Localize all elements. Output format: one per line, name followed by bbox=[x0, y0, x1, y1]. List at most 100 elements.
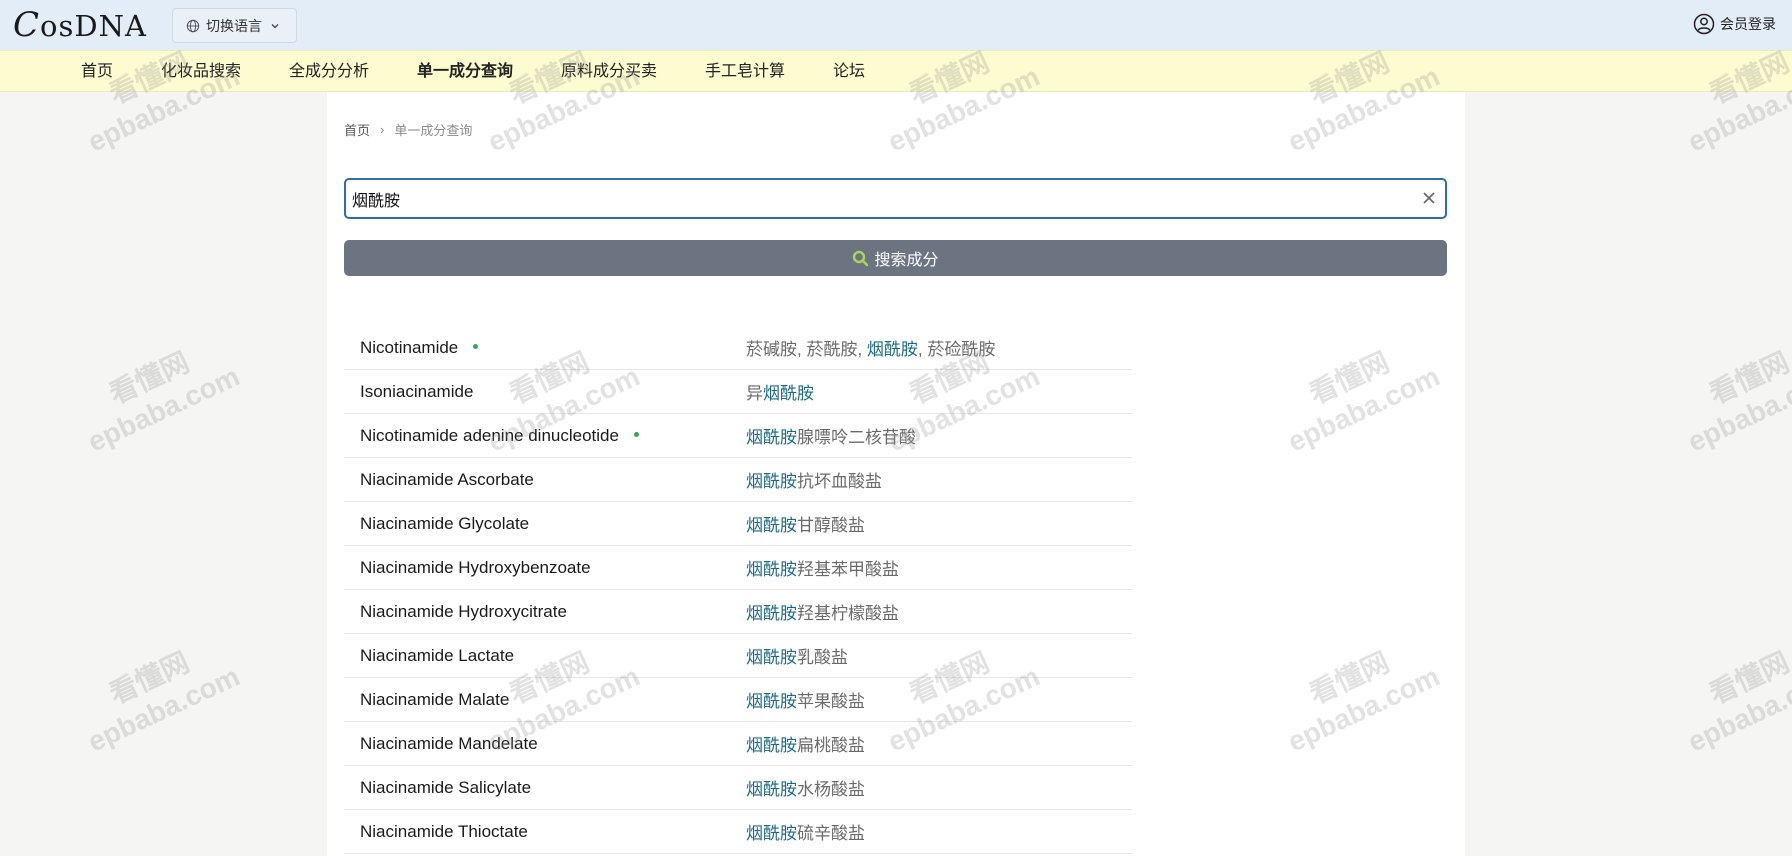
ingredient-chinese-name: 烟酰胺苹果酸盐 bbox=[746, 687, 865, 712]
ingredient-english-name-text: Niacinamide Lactate bbox=[360, 645, 515, 665]
breadcrumb-home[interactable]: 首页 bbox=[344, 120, 370, 139]
status-dot bbox=[473, 343, 479, 349]
ingredient-chinese-name: 烟酰胺抗坏血酸盐 bbox=[746, 467, 882, 492]
result-row[interactable]: Niacinamide Hydroxybenzoate 烟酰胺羟基苯甲酸盐 bbox=[344, 546, 1132, 590]
search-highlight: 烟酰胺 bbox=[746, 428, 797, 447]
search-highlight: 烟酰胺 bbox=[746, 472, 797, 491]
ingredient-english-name-text: Niacinamide Malate bbox=[360, 689, 510, 709]
watermark-line2: epbaba.com bbox=[1683, 660, 1792, 758]
search-highlight: 烟酰胺 bbox=[763, 384, 814, 403]
result-row[interactable]: Niacinamide Thioctate 烟酰胺硫辛酸盐 bbox=[344, 810, 1132, 854]
result-row[interactable]: Niacinamide Lactate 烟酰胺乳酸盐 bbox=[344, 634, 1132, 678]
chevron-down-icon bbox=[271, 23, 279, 28]
results-list: Nicotinamide 菸碱胺, 菸酰胺, 烟酰胺, 菸硷酰胺 Isoniacin… bbox=[344, 326, 1132, 854]
nav-item-home[interactable]: 首页 bbox=[81, 51, 113, 92]
nav-item-cosmetic-search[interactable]: 化妆品搜索 bbox=[161, 51, 241, 92]
ingredient-english-name[interactable]: Niacinamide Lactate bbox=[360, 646, 514, 666]
watermark: 看懂网 epbaba.com bbox=[68, 629, 245, 760]
ingredient-english-name[interactable]: Nicotinamide bbox=[360, 337, 479, 358]
name-segment: 羟基柠檬酸盐 bbox=[797, 604, 899, 623]
name-segment: 异 bbox=[746, 384, 763, 403]
search-highlight: 烟酰胺 bbox=[746, 780, 797, 799]
name-segment: , 菸硷酰胺 bbox=[917, 340, 996, 359]
name-segment: 扁桃酸盐 bbox=[797, 736, 865, 755]
name-segment: 乳酸盐 bbox=[797, 648, 848, 667]
result-row[interactable]: Niacinamide Malate 烟酰胺苹果酸盐 bbox=[344, 678, 1132, 722]
result-row[interactable]: Niacinamide Salicylate 烟酰胺水杨酸盐 bbox=[344, 766, 1132, 810]
result-row[interactable]: Nicotinamide adenine dinucleotide 烟酰胺腺嘌呤二… bbox=[344, 414, 1132, 458]
top-bar: CosDNA 切换语言 会员登录 bbox=[0, 0, 1792, 50]
ingredient-english-name[interactable]: Isoniacinamide bbox=[360, 382, 473, 402]
main-nav: 首页 化妆品搜索 全成分分析 单一成分查询 原料成分买卖 手工皂计算 论坛 bbox=[0, 50, 1792, 92]
language-switch-label: 切换语言 bbox=[206, 17, 262, 34]
login-button[interactable]: 会员登录 bbox=[1693, 13, 1776, 35]
breadcrumb: 首页 › 单一成分查询 bbox=[344, 120, 472, 139]
watermark-line1: 看懂网 bbox=[1704, 646, 1792, 710]
ingredient-english-name-text: Nicotinamide bbox=[360, 337, 459, 357]
ingredient-english-name-text: Nicotinamide adenine dinucleotide bbox=[360, 425, 619, 445]
name-segment: 苹果酸盐 bbox=[797, 692, 865, 711]
ingredient-english-name-text: Niacinamide Glycolate bbox=[360, 513, 530, 533]
result-row[interactable]: Nicotinamide 菸碱胺, 菸酰胺, 烟酰胺, 菸硷酰胺 bbox=[344, 326, 1132, 370]
name-segment: 水杨酸盐 bbox=[797, 780, 865, 799]
ingredient-english-name[interactable]: Niacinamide Ascorbate bbox=[360, 470, 534, 490]
ingredient-chinese-name: 烟酰胺腺嘌呤二核苷酸 bbox=[746, 423, 916, 448]
search-highlight: 烟酰胺 bbox=[746, 560, 797, 579]
name-segment: 抗坏血酸盐 bbox=[797, 472, 882, 491]
search-highlight: 烟酰胺 bbox=[746, 604, 797, 623]
ingredient-english-name[interactable]: Nicotinamide adenine dinucleotide bbox=[360, 426, 639, 446]
language-switch-button[interactable]: 切换语言 bbox=[172, 8, 297, 43]
nav-item-full-analysis[interactable]: 全成分分析 bbox=[289, 51, 369, 92]
name-segment: 硫辛酸盐 bbox=[797, 824, 865, 843]
ingredient-english-name[interactable]: Niacinamide Hydroxybenzoate bbox=[360, 558, 591, 578]
search-icon bbox=[853, 250, 869, 266]
ingredient-chinese-name: 异烟酰胺 bbox=[746, 379, 814, 404]
watermark-line2: epbaba.com bbox=[83, 360, 245, 458]
user-icon bbox=[1693, 13, 1715, 35]
ingredient-chinese-name: 烟酰胺水杨酸盐 bbox=[746, 775, 865, 800]
watermark-line2: epbaba.com bbox=[83, 660, 245, 758]
watermark: 看懂网 epbaba.com bbox=[68, 329, 245, 460]
watermark: 看懂网 epbaba.com bbox=[1668, 329, 1792, 460]
name-segment: 羟基苯甲酸盐 bbox=[797, 560, 899, 579]
close-icon[interactable] bbox=[1421, 190, 1437, 206]
site-logo[interactable]: CosDNA bbox=[13, 8, 147, 43]
login-label: 会员登录 bbox=[1720, 16, 1776, 32]
name-segment: 甘醇酸盐 bbox=[797, 516, 865, 535]
ingredient-chinese-name: 烟酰胺硫辛酸盐 bbox=[746, 819, 865, 844]
search-highlight: 烟酰胺 bbox=[746, 516, 797, 535]
result-row[interactable]: Niacinamide Mandelate 烟酰胺扁桃酸盐 bbox=[344, 722, 1132, 766]
search-input[interactable] bbox=[352, 180, 1412, 217]
result-row[interactable]: Isoniacinamide 异烟酰胺 bbox=[344, 370, 1132, 414]
search-ingredient-button[interactable]: 搜索成分 bbox=[344, 240, 1447, 276]
result-row[interactable]: Niacinamide Hydroxycitrate 烟酰胺羟基柠檬酸盐 bbox=[344, 590, 1132, 634]
ingredient-chinese-name: 烟酰胺扁桃酸盐 bbox=[746, 731, 865, 756]
ingredient-chinese-name: 烟酰胺甘醇酸盐 bbox=[746, 511, 865, 536]
name-segment: 腺嘌呤二核苷酸 bbox=[797, 428, 916, 447]
ingredient-english-name[interactable]: Niacinamide Malate bbox=[360, 690, 509, 710]
ingredient-chinese-name: 烟酰胺羟基苯甲酸盐 bbox=[746, 555, 899, 580]
search-button-label: 搜索成分 bbox=[874, 252, 939, 269]
search-box bbox=[344, 178, 1447, 219]
search-highlight: 烟酰胺 bbox=[866, 340, 918, 359]
ingredient-english-name[interactable]: Niacinamide Salicylate bbox=[360, 778, 531, 798]
main-content: 首页 › 单一成分查询 搜索成分 Nicotinamide 菸碱胺, 菸酰胺, 烟… bbox=[327, 92, 1465, 856]
breadcrumb-separator: › bbox=[380, 122, 385, 137]
ingredient-chinese-name: 烟酰胺羟基柠檬酸盐 bbox=[746, 599, 899, 624]
breadcrumb-current: 单一成分查询 bbox=[394, 123, 473, 138]
ingredient-chinese-name: 烟酰胺乳酸盐 bbox=[746, 643, 848, 668]
nav-item-soap-calculator[interactable]: 手工皂计算 bbox=[705, 51, 785, 92]
ingredient-english-name[interactable]: Niacinamide Thioctate bbox=[360, 822, 528, 842]
ingredient-english-name[interactable]: Niacinamide Mandelate bbox=[360, 734, 538, 754]
result-row[interactable]: Niacinamide Glycolate 烟酰胺甘醇酸盐 bbox=[344, 502, 1132, 546]
nav-item-forum[interactable]: 论坛 bbox=[833, 51, 865, 92]
name-segment: 菸碱胺, 菸酰胺, bbox=[746, 340, 867, 359]
search-highlight: 烟酰胺 bbox=[746, 692, 797, 711]
ingredient-english-name[interactable]: Niacinamide Hydroxycitrate bbox=[360, 602, 567, 622]
result-row[interactable]: Niacinamide Ascorbate 烟酰胺抗坏血酸盐 bbox=[344, 458, 1132, 502]
nav-item-raw-material-trade[interactable]: 原料成分买卖 bbox=[561, 51, 657, 92]
ingredient-english-name[interactable]: Niacinamide Glycolate bbox=[360, 514, 529, 534]
search-highlight: 烟酰胺 bbox=[746, 736, 797, 755]
nav-item-single-ingredient[interactable]: 单一成分查询 bbox=[417, 51, 513, 92]
watermark-line1: 看懂网 bbox=[1704, 346, 1792, 410]
